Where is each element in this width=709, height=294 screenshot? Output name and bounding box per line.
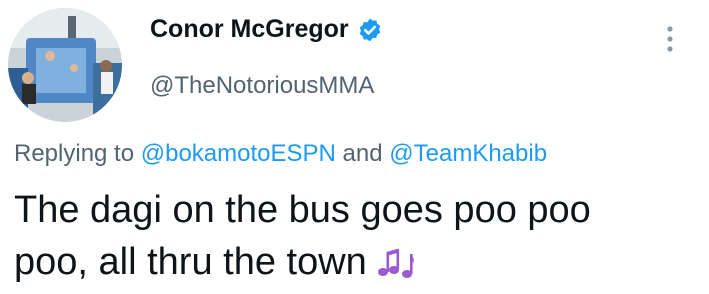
replying-to-label: Replying to: [14, 140, 135, 167]
replying-to-line: Replying to @bokamotoESPN and @TeamKhabi…: [14, 140, 547, 168]
verified-badge-icon: [359, 18, 380, 41]
tweet-text-line-2: poo, all thru the town: [14, 241, 367, 283]
mention-teamkhabib[interactable]: @TeamKhabib: [389, 140, 547, 167]
avatar[interactable]: [8, 8, 122, 122]
avatar-photo: [8, 8, 122, 122]
tweet-text: The dagi on the bus goes poo poo poo, al…: [14, 184, 704, 288]
musical-notes-emoji: [375, 244, 415, 280]
author-display-name[interactable]: Conor McGregor: [150, 15, 349, 44]
author-name-row: Conor McGregor: [150, 15, 383, 44]
tweet-text-line-1: The dagi on the bus goes poo poo: [14, 189, 591, 231]
author-handle[interactable]: @TheNotoriousMMA: [150, 72, 374, 100]
mention-bokamotoespn[interactable]: @bokamotoESPN: [141, 140, 336, 167]
tweet-text-line-2-wrap: poo, all thru the town: [14, 236, 704, 288]
more-options-icon[interactable]: [660, 24, 680, 54]
replying-to-connector: and: [342, 140, 383, 167]
